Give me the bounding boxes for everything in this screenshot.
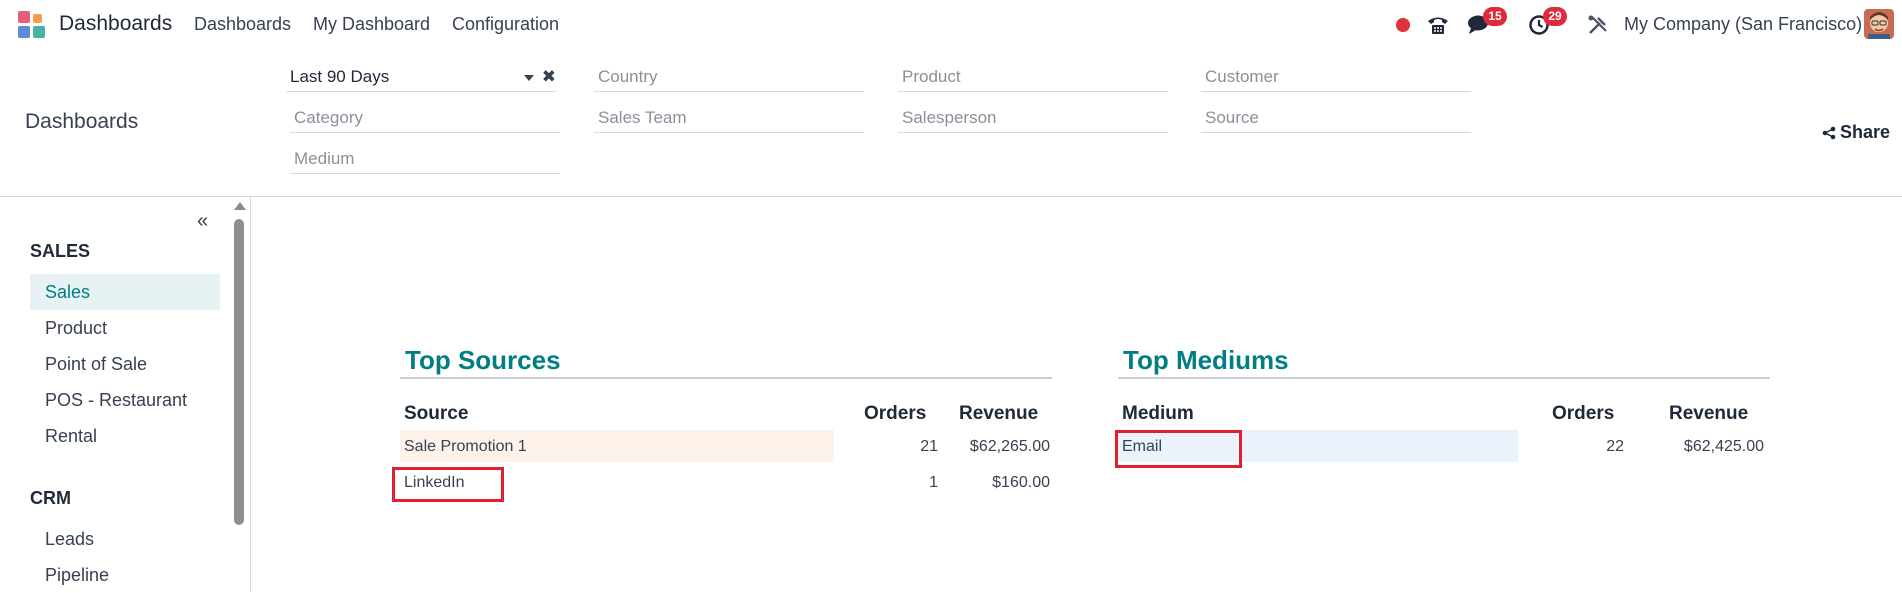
category-filter-input[interactable]: Category	[290, 103, 560, 133]
top-navbar: Dashboards Dashboards My Dashboard Confi…	[0, 0, 1902, 49]
source-name-cell[interactable]: Sale Promotion 1	[404, 438, 527, 456]
revenue-column-header: Revenue	[959, 403, 1039, 424]
messages-badge: 15	[1483, 7, 1507, 26]
email-highlight-box	[1115, 430, 1242, 468]
country-filter-input[interactable]: Country	[594, 62, 864, 92]
caret-down-icon[interactable]	[524, 75, 534, 81]
breadcrumb: Dashboards	[25, 110, 139, 133]
dashboards-app-icon[interactable]	[18, 11, 48, 38]
product-filter-input[interactable]: Product	[898, 62, 1168, 92]
tools-icon[interactable]	[1584, 12, 1612, 38]
sidebar-item-rental[interactable]: Rental	[30, 418, 220, 454]
activities-badge: 29	[1543, 7, 1567, 26]
share-button[interactable]: Share	[1822, 122, 1890, 143]
sidebar-section-crm: CRM	[30, 488, 71, 508]
scrollbar-thumb[interactable]	[234, 219, 244, 525]
source-column-header: Source	[404, 403, 469, 424]
top-mediums-title: Top Mediums	[1118, 345, 1770, 379]
activities-clock-icon[interactable]: 29	[1525, 7, 1567, 38]
salesperson-filter-input[interactable]: Salesperson	[898, 103, 1168, 133]
revenue-column-header: Revenue	[1669, 403, 1749, 424]
sidebar-item-pipeline[interactable]: Pipeline	[30, 557, 220, 593]
source-revenue-cell: $160.00	[992, 474, 1050, 491]
sidebar-scrollbar[interactable]	[232, 197, 246, 592]
date-filter-value: Last 90 Days	[290, 67, 390, 86]
sidebar-item-point-of-sale[interactable]: Point of Sale	[30, 346, 220, 382]
medium-revenue-cell: $62,425.00	[1683, 438, 1764, 455]
scroll-up-arrow-icon[interactable]	[234, 202, 246, 210]
source-filter-input[interactable]: Source	[1201, 103, 1471, 133]
menu-configuration[interactable]: Configuration	[452, 14, 559, 35]
clear-icon[interactable]: ✖	[542, 62, 556, 92]
control-panel: Dashboards Last 90 Days ✖ Country Produc…	[0, 49, 1902, 197]
medium-filter-input[interactable]: Medium	[290, 144, 560, 174]
linkedin-highlight-box	[392, 467, 504, 502]
source-revenue-cell: $62,265.00	[969, 438, 1050, 455]
source-orders-cell: 1	[929, 474, 938, 491]
collapse-sidebar-icon[interactable]: «	[197, 210, 208, 233]
app-title[interactable]: Dashboards	[59, 12, 172, 36]
company-switcher[interactable]: My Company (San Francisco)	[1624, 14, 1862, 35]
sidebar-item-product[interactable]: Product	[30, 310, 220, 346]
top-mediums-card: Top Mediums Medium Orders Revenue Email …	[1115, 345, 1770, 468]
user-avatar[interactable]	[1864, 9, 1894, 39]
sales-team-filter-input[interactable]: Sales Team	[594, 103, 864, 133]
sidebar-item-sales[interactable]: Sales	[30, 274, 220, 310]
customer-filter-input[interactable]: Customer	[1201, 62, 1471, 92]
sidebar-section-sales: SALES	[30, 241, 91, 261]
sidebar-item-leads[interactable]: Leads	[30, 521, 220, 557]
date-filter-select[interactable]: Last 90 Days ✖	[286, 62, 556, 92]
phone-icon[interactable]	[1424, 12, 1452, 38]
source-orders-cell: 21	[920, 438, 938, 455]
medium-orders-cell: 22	[1606, 438, 1624, 455]
messages-icon[interactable]: 15	[1465, 7, 1507, 38]
top-sources-title: Top Sources	[400, 345, 1052, 379]
menu-my-dashboard[interactable]: My Dashboard	[313, 14, 430, 35]
record-dot-icon[interactable]	[1389, 12, 1417, 38]
medium-column-header: Medium	[1122, 403, 1194, 424]
sidebar: « SALES Sales Product Point of Sale POS …	[0, 197, 251, 592]
menu-dashboards[interactable]: Dashboards	[194, 14, 291, 35]
top-sources-card: Top Sources Source Orders Revenue Sale P…	[392, 345, 1052, 502]
orders-column-header: Orders	[864, 403, 927, 424]
share-icon	[1822, 126, 1836, 139]
share-label: Share	[1840, 122, 1891, 142]
sidebar-item-pos-restaurant[interactable]: POS - Restaurant	[30, 382, 220, 418]
orders-column-header: Orders	[1552, 403, 1615, 424]
